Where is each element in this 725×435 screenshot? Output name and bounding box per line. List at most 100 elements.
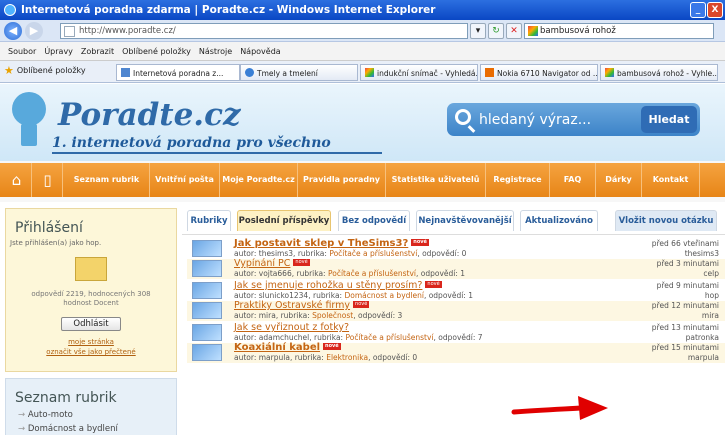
browser-tab[interactable]: Nokia 6710 Navigator od ...: [480, 64, 598, 81]
meta-answers-label: , odpovědí:: [368, 353, 413, 362]
post-time: před 12 minutami: [651, 301, 719, 310]
nav-registrace[interactable]: Registrace: [486, 163, 550, 197]
close-button[interactable]: X: [707, 2, 723, 18]
post-title-link[interactable]: Praktiky Ostravské firmy nové: [234, 300, 370, 311]
post-row[interactable]: Praktiky Ostravské firmy nové autor: mira,…: [187, 300, 725, 321]
post-title: Koaxiální kabel: [234, 342, 321, 353]
ask-question-button[interactable]: Vložit novou otázku: [615, 210, 717, 231]
post-thumbnail[interactable]: [192, 324, 222, 341]
page-favicon-icon: [64, 26, 75, 37]
post-title-link[interactable]: Jak se vyřiznout z fotky?: [234, 322, 349, 333]
post-last-user[interactable]: celp: [703, 269, 719, 278]
forward-button[interactable]: ▶: [25, 22, 43, 40]
nav-vnitrni-posta[interactable]: Vnitřní pošta: [150, 163, 220, 197]
tab-rubriky[interactable]: Rubriky: [187, 210, 231, 231]
nav-kontakt[interactable]: Kontakt: [642, 163, 700, 197]
mark-all-read-link[interactable]: označit vše jako přečtené: [6, 348, 176, 356]
post-title: Vypínání PC: [234, 258, 291, 269]
post-thumbnail[interactable]: [192, 282, 222, 299]
avatar[interactable]: [75, 257, 107, 281]
post-thumbnail[interactable]: [192, 240, 222, 257]
post-category-link[interactable]: Počítače a příslušenství: [329, 249, 417, 258]
ie-page-icon: [245, 68, 254, 77]
nav-darky[interactable]: Dárky: [596, 163, 642, 197]
nav-seznam-rubrik[interactable]: Seznam rubrik: [64, 163, 150, 197]
post-title-link[interactable]: Jak se jmenuje rohožka u stěny prosím? no…: [234, 280, 442, 291]
meta-author-label: autor:: [234, 249, 259, 258]
tab-nejnavstevovanejsi[interactable]: Nejnavštěvovanější: [416, 210, 514, 231]
post-last-user[interactable]: marpula: [688, 353, 719, 362]
category-domacnost[interactable]: Domácnost a bydlení: [18, 424, 176, 434]
browser-tab[interactable]: bambusová rohož - Vyhle...: [600, 64, 718, 81]
mobile-icon[interactable]: ▯: [33, 163, 63, 197]
post-row[interactable]: Vypínání PC nové autor: vojta666, rubrika:…: [187, 258, 725, 279]
nav-statistika[interactable]: Statistika uživatelů: [386, 163, 486, 197]
post-category-link[interactable]: Počítače a příslušenství: [345, 333, 433, 342]
site-search-input[interactable]: [479, 110, 629, 130]
browser-tab[interactable]: Internetová poradna z...: [116, 64, 240, 81]
nav-pravidla[interactable]: Pravidla poradny: [298, 163, 386, 197]
post-category-link[interactable]: Domácnost a bydlení: [344, 291, 423, 300]
post-thumbnail[interactable]: [192, 344, 222, 361]
categories-heading: Seznam rubrik: [15, 390, 117, 406]
post-last-user[interactable]: patronka: [686, 333, 719, 342]
menu-help[interactable]: Nápověda: [240, 47, 281, 56]
meta-rubrika-label: , rubrika:: [289, 353, 327, 362]
post-title-link[interactable]: Vypínání PC nové: [234, 258, 310, 269]
favorites-label: Oblíbené položky: [16, 66, 86, 75]
dropdown-icon[interactable]: ▾: [470, 23, 486, 39]
post-row[interactable]: Jak se jmenuje rohožka u stěny prosím? no…: [187, 280, 725, 301]
browser-tab[interactable]: indukční snímač - Vyhledá...: [360, 64, 478, 81]
site-tagline: 1. internetová poradna pro všechno: [52, 135, 331, 151]
post-category-link[interactable]: Elektronika: [326, 353, 368, 362]
nav-moje-poradte[interactable]: Moje Poradte.cz: [220, 163, 298, 197]
post-last-user[interactable]: mira: [702, 311, 719, 320]
tab-aktualizovano[interactable]: Aktualizováno: [520, 210, 598, 231]
post-title-link[interactable]: Jak postavit sklep v TheSims3? nové: [234, 238, 429, 249]
post-thumbnail[interactable]: [192, 260, 222, 277]
logout-button[interactable]: Odhlásit: [61, 317, 121, 331]
post-row[interactable]: Koaxiální kabel nové autor: marpula, rubri…: [187, 342, 725, 363]
meta-author-label: autor:: [234, 311, 259, 320]
refresh-icon[interactable]: ↻: [488, 23, 504, 39]
post-author: marpula: [258, 353, 290, 362]
meta-answers-label: , odpovědí:: [417, 249, 462, 258]
stop-icon[interactable]: ✕: [506, 23, 522, 39]
menu-file[interactable]: Soubor: [8, 47, 36, 56]
site-logo[interactable]: Poradte.cz: [58, 97, 241, 133]
browser-tab[interactable]: Tmely a tmelení: [240, 64, 358, 81]
post-thumbnail[interactable]: [192, 302, 222, 319]
menu-tools[interactable]: Nástroje: [199, 47, 232, 56]
nav-faq[interactable]: FAQ: [550, 163, 596, 197]
address-bar: ◀ ▶ http://www.poradte.cz/ ▾ ↻ ✕ bambuso…: [0, 20, 725, 42]
url-field[interactable]: http://www.poradte.cz/: [60, 23, 468, 39]
home-icon[interactable]: ⌂: [2, 163, 32, 197]
post-category-link[interactable]: Společnost: [312, 311, 353, 320]
menu-edit[interactable]: Úpravy: [44, 47, 73, 56]
post-row[interactable]: Jak postavit sklep v TheSims3? nové autor:…: [187, 238, 725, 259]
tab-posledni-prispevky[interactable]: Poslední příspěvky: [237, 210, 331, 231]
browser-search-input[interactable]: bambusová rohož: [524, 23, 714, 39]
post-meta: autor: mira, rubrika: Společnost, odpově…: [234, 311, 402, 320]
post-category-link[interactable]: Počítače a příslušenství: [328, 269, 416, 278]
post-last-user[interactable]: hop: [705, 291, 719, 300]
post-meta: autor: adamchuchel, rubrika: Počítače a …: [234, 333, 483, 342]
main-nav: ⌂ ▯ Seznam rubrik Vnitřní pošta Moje Por…: [0, 163, 725, 197]
post-title-link[interactable]: Koaxiální kabel nové: [234, 342, 341, 353]
my-page-link[interactable]: moje stránka: [6, 338, 176, 346]
meta-answers-label: , odpovědí:: [353, 311, 398, 320]
search-button[interactable]: Hledat: [641, 106, 697, 133]
tab-bez-odpovedi[interactable]: Bez odpovědí: [338, 210, 410, 231]
menu-favorites[interactable]: Oblíbené položky: [122, 47, 191, 56]
post-answer-count: 1: [468, 291, 473, 300]
login-heading: Přihlášení: [15, 220, 83, 236]
category-auto-moto[interactable]: Auto-moto: [18, 410, 176, 420]
meta-answers-label: , odpovědí:: [423, 291, 469, 300]
minimize-button[interactable]: _: [690, 2, 706, 18]
menu-view[interactable]: Zobrazit: [81, 47, 114, 56]
lightbulb-base: [21, 124, 37, 146]
post-row[interactable]: Jak se vyřiznout z fotky? autor: adamchuc…: [187, 322, 725, 343]
post-last-user[interactable]: thesims3: [685, 249, 719, 258]
favorites-button[interactable]: ★ Oblíbené položky: [4, 64, 86, 77]
back-button[interactable]: ◀: [4, 22, 22, 40]
